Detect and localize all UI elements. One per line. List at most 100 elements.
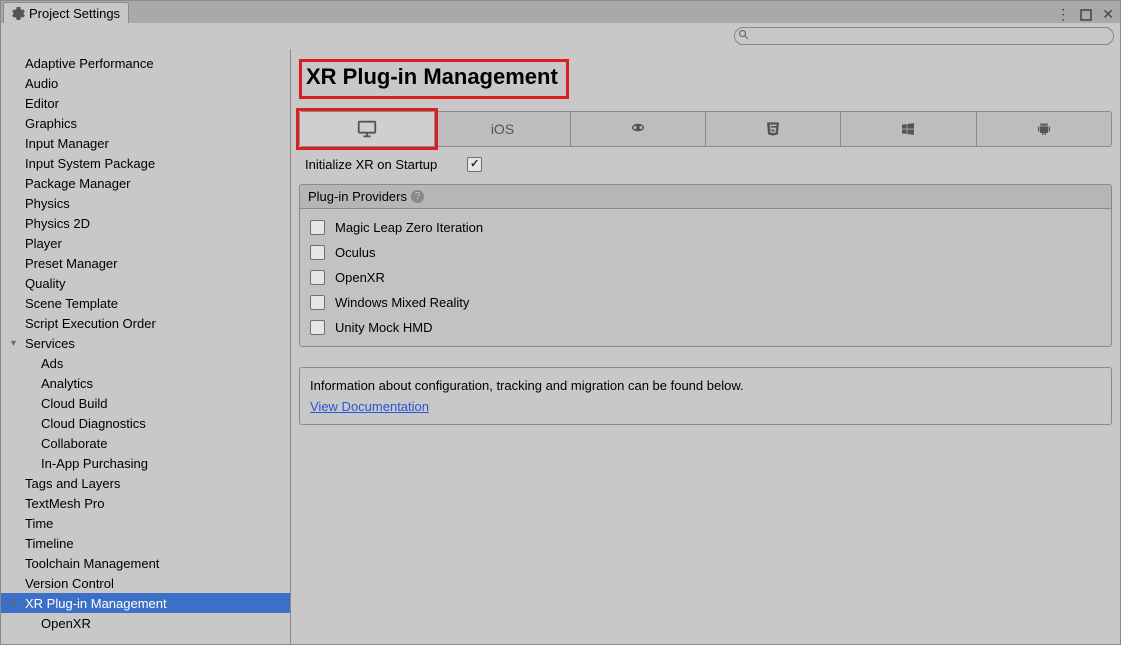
searchbar (1, 23, 1120, 49)
sidebar-item-label: Editor (25, 96, 59, 111)
initialize-row: Initialize XR on Startup (299, 153, 1112, 176)
provider-checkbox[interactable] (310, 320, 325, 335)
sidebar-item-label: Analytics (41, 376, 93, 391)
sidebar-item-ads[interactable]: Ads (1, 353, 290, 373)
sidebar-item-editor[interactable]: Editor (1, 93, 290, 113)
providers-title: Plug-in Providers (308, 189, 407, 204)
android-icon (1036, 121, 1052, 137)
view-documentation-link[interactable]: View Documentation (310, 399, 429, 414)
sidebar-item-label: Physics 2D (25, 216, 90, 231)
sidebar-item-textmesh-pro[interactable]: TextMesh Pro (1, 493, 290, 513)
sidebar-item-services[interactable]: Services (1, 333, 290, 353)
project-settings-window: Project Settings ⋮ ✕ Adaptive Performanc… (0, 0, 1121, 645)
sidebar-item-collaborate[interactable]: Collaborate (1, 433, 290, 453)
tab-webgl[interactable] (706, 112, 841, 146)
sidebar-item-package-manager[interactable]: Package Manager (1, 173, 290, 193)
sidebar-item-input-system-package[interactable]: Input System Package (1, 153, 290, 173)
sidebar-item-label: Ads (41, 356, 63, 371)
help-icon[interactable]: ? (411, 190, 424, 203)
initialize-checkbox[interactable] (467, 157, 482, 172)
sidebar-item-cloud-build[interactable]: Cloud Build (1, 393, 290, 413)
settings-sidebar: Adaptive Performance Audio Editor Graphics I… (1, 49, 291, 644)
sidebar-item-physics-2d[interactable]: Physics 2D (1, 213, 290, 233)
sidebar-item-scene-template[interactable]: Scene Template (1, 293, 290, 313)
sidebar-item-label: Timeline (25, 536, 74, 551)
sidebar-item-label: Cloud Diagnostics (41, 416, 146, 431)
info-text: Information about configuration, trackin… (310, 378, 1101, 393)
gear-icon (12, 7, 25, 20)
provider-checkbox[interactable] (310, 245, 325, 260)
window-tab[interactable]: Project Settings (3, 2, 129, 23)
provider-checkbox[interactable] (310, 220, 325, 235)
sidebar-item-label: Preset Manager (25, 256, 118, 271)
providers-header: Plug-in Providers ? (300, 185, 1111, 208)
sidebar-item-audio[interactable]: Audio (1, 73, 290, 93)
sidebar-item-label: Tags and Layers (25, 476, 120, 491)
tab-ios[interactable]: iOS (435, 112, 570, 146)
sidebar-item-label: Input Manager (25, 136, 109, 151)
provider-label: Oculus (335, 245, 375, 260)
provider-checkbox[interactable] (310, 295, 325, 310)
sidebar-item-label: OpenXR (41, 616, 91, 631)
tab-lumin[interactable] (571, 112, 706, 146)
sidebar-item-label: Scene Template (25, 296, 118, 311)
kebab-menu-icon[interactable]: ⋮ (1056, 6, 1070, 23)
sidebar-item-openxr[interactable]: OpenXR (1, 613, 290, 633)
sidebar-item-adaptive-performance[interactable]: Adaptive Performance (1, 53, 290, 73)
sidebar-item-quality[interactable]: Quality (1, 273, 290, 293)
sidebar-item-toolchain-management[interactable]: Toolchain Management (1, 553, 290, 573)
sidebar-item-label: Toolchain Management (25, 556, 159, 571)
page-title: XR Plug-in Management (306, 64, 558, 90)
sidebar-item-label: Graphics (25, 116, 77, 131)
sidebar-item-tags-and-layers[interactable]: Tags and Layers (1, 473, 290, 493)
search-icon (738, 29, 750, 41)
tab-android[interactable] (977, 112, 1111, 146)
sidebar-item-label: Input System Package (25, 156, 155, 171)
tab-standalone[interactable] (300, 112, 435, 146)
sidebar-item-label: Quality (25, 276, 65, 291)
sidebar-item-graphics[interactable]: Graphics (1, 113, 290, 133)
sidebar-item-version-control[interactable]: Version Control (1, 573, 290, 593)
sidebar-item-physics[interactable]: Physics (1, 193, 290, 213)
providers-panel: Plug-in Providers ? Magic Leap Zero Iter… (299, 184, 1112, 347)
sidebar-item-analytics[interactable]: Analytics (1, 373, 290, 393)
sidebar-item-label: Physics (25, 196, 70, 211)
provider-checkbox[interactable] (310, 270, 325, 285)
sidebar-item-label: Package Manager (25, 176, 131, 191)
sidebar-item-in-app-purchasing[interactable]: In-App Purchasing (1, 453, 290, 473)
provider-row: OpenXR (304, 265, 1107, 290)
sidebar-item-xr-plug-in-management[interactable]: XR Plug-in Management (1, 593, 290, 613)
maximize-icon[interactable] (1080, 9, 1092, 21)
sidebar-item-input-manager[interactable]: Input Manager (1, 133, 290, 153)
sidebar-item-label: Audio (25, 76, 58, 91)
sidebar-item-preset-manager[interactable]: Preset Manager (1, 253, 290, 273)
platform-tabs: iOS (299, 111, 1112, 147)
windows-icon (900, 121, 916, 137)
sidebar-item-label: Cloud Build (41, 396, 108, 411)
close-icon[interactable]: ✕ (1102, 6, 1114, 23)
sidebar-item-script-execution-order[interactable]: Script Execution Order (1, 313, 290, 333)
sidebar-item-label: TextMesh Pro (25, 496, 104, 511)
provider-row: Oculus (304, 240, 1107, 265)
provider-row: Unity Mock HMD (304, 315, 1107, 340)
search-input[interactable] (734, 27, 1114, 45)
sidebar-item-label: Version Control (25, 576, 114, 591)
sidebar-item-cloud-diagnostics[interactable]: Cloud Diagnostics (1, 413, 290, 433)
sidebar-item-label: Adaptive Performance (25, 56, 154, 71)
info-panel: Information about configuration, trackin… (299, 367, 1112, 425)
initialize-label: Initialize XR on Startup (305, 157, 437, 172)
sidebar-item-label: XR Plug-in Management (25, 596, 167, 611)
ios-label: iOS (491, 121, 514, 137)
sidebar-item-player[interactable]: Player (1, 233, 290, 253)
titlebar: Project Settings ⋮ ✕ (1, 1, 1120, 23)
sidebar-item-label: Collaborate (41, 436, 108, 451)
tab-windows[interactable] (841, 112, 976, 146)
provider-label: OpenXR (335, 270, 385, 285)
sidebar-item-time[interactable]: Time (1, 513, 290, 533)
sidebar-item-label: In-App Purchasing (41, 456, 148, 471)
sidebar-item-timeline[interactable]: Timeline (1, 533, 290, 553)
lumin-icon (629, 120, 647, 138)
sidebar-item-label: Services (25, 336, 75, 351)
provider-label: Magic Leap Zero Iteration (335, 220, 483, 235)
monitor-icon (356, 118, 378, 140)
